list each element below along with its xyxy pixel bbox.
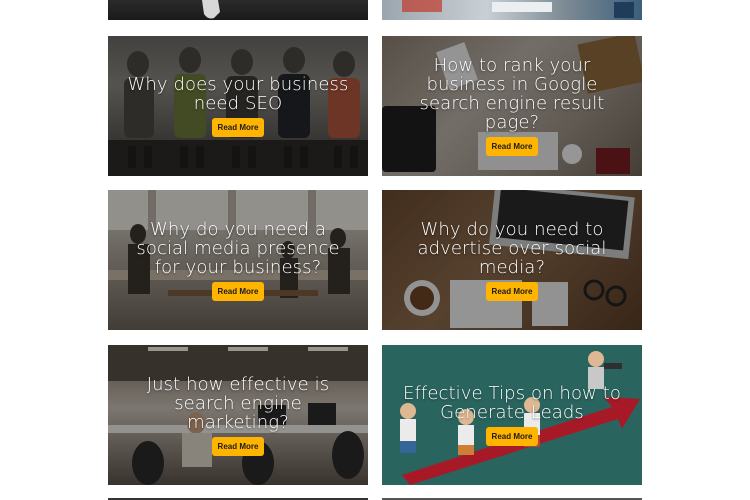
blog-card-social-advertise[interactable]: Why do you need to advertise over social… <box>382 190 642 330</box>
blog-card-generate-leads[interactable]: Effective Tips on how to Generate Leads … <box>382 345 642 485</box>
blog-card-social-presence[interactable]: Why do you need a social media presence … <box>108 190 368 330</box>
blog-card-google-rank[interactable]: How to rank your business in Google sear… <box>382 36 642 176</box>
blog-card-content: Why does your business need SEO Read Mor… <box>108 36 368 176</box>
hand-graphic <box>202 0 220 19</box>
blog-card-title[interactable]: Why do you need a social media presence … <box>122 220 354 277</box>
blog-card-title[interactable]: Why do you need to advertise over social… <box>396 220 628 277</box>
desk-items-graphic <box>402 0 634 18</box>
blog-card-title[interactable]: How to rank your business in Google sear… <box>396 56 628 132</box>
blog-card-content: Just how effective is search engine mark… <box>108 345 368 485</box>
blog-card-title[interactable]: Just how effective is search engine mark… <box>122 375 354 432</box>
blog-card-content: How to rank your business in Google sear… <box>382 36 642 176</box>
blog-card-content: Effective Tips on how to Generate Leads … <box>382 345 642 485</box>
blog-card-title[interactable]: Effective Tips on how to Generate Leads <box>396 384 628 422</box>
blog-card-content: Why do you need a social media presence … <box>108 190 368 330</box>
read-more-button[interactable]: Read More <box>211 436 265 456</box>
read-more-button[interactable]: Read More <box>211 118 265 137</box>
blog-card-partial-top-right[interactable] <box>382 0 642 20</box>
blog-card-search-marketing[interactable]: Just how effective is search engine mark… <box>108 345 368 485</box>
blog-card-title[interactable]: Why does your business need SEO <box>122 75 354 113</box>
blog-card-partial-top-left[interactable] <box>108 0 368 20</box>
blog-card-image <box>108 0 368 20</box>
read-more-button[interactable]: Read More <box>485 281 539 301</box>
read-more-button[interactable]: Read More <box>485 427 539 446</box>
read-more-button[interactable]: Read More <box>211 281 265 301</box>
read-more-button[interactable]: Read More <box>485 137 539 156</box>
blog-card-content: Why do you need to advertise over social… <box>382 190 642 330</box>
blog-card-seo[interactable]: Why does your business need SEO Read Mor… <box>108 36 368 176</box>
